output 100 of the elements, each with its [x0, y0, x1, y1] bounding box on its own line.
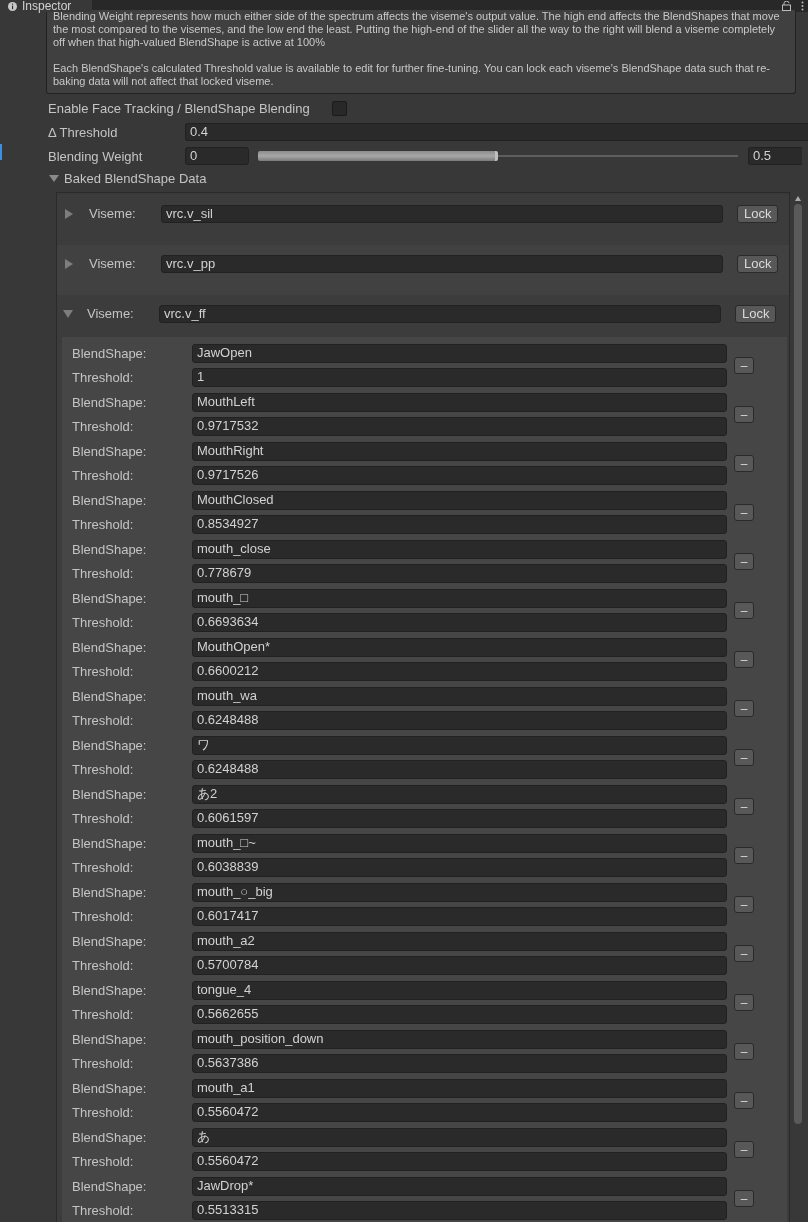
remove-button[interactable]: – [734, 504, 754, 521]
threshold-field[interactable]: 0.6017417 [192, 907, 727, 926]
remove-button[interactable]: – [734, 994, 754, 1011]
blendshape-label: BlendShape: [72, 1032, 148, 1047]
help-text: Blending Weight represents how much either side of the spectrum affects the viseme's output value. The high end affects the BlendShapes that move the most compared to the visemes, and the low end the least. Putting the high-end of the slider all the way to the right will blend a viseme completely off when that high-valued BlendShape is active at 100% [53, 10, 781, 49]
threshold-label: Threshold: [72, 1154, 135, 1169]
focus-indicator [0, 144, 2, 160]
threshold-field[interactable]: 0.6248488 [192, 760, 727, 779]
remove-button[interactable]: – [734, 455, 754, 472]
remove-button[interactable]: – [734, 651, 754, 668]
menu-icon[interactable] [801, 1, 804, 11]
lock-button[interactable]: Lock [737, 204, 779, 223]
range-slider[interactable] [258, 151, 738, 161]
threshold-field[interactable]: 0.5662655 [192, 1005, 727, 1024]
viseme-field[interactable]: vrc.v_pp [161, 254, 723, 273]
foldout-arrow-icon[interactable] [63, 309, 73, 318]
threshold-field[interactable]: 0.5700784 [192, 956, 727, 975]
threshold-field[interactable]: 0.4 [185, 123, 808, 141]
threshold-label: Threshold: [72, 1105, 135, 1120]
foldout-arrow-icon[interactable] [65, 208, 73, 219]
blendshape-field[interactable]: mouth_□~ [192, 834, 727, 853]
inspector-tab[interactable]: Inspector [0, 0, 92, 12]
blendshape-label: BlendShape: [72, 591, 148, 606]
remove-button[interactable]: – [734, 406, 754, 423]
blendshape-field[interactable]: mouth_a2 [192, 932, 727, 951]
blendshape-field[interactable]: tongue_4 [192, 981, 727, 1000]
threshold-field[interactable]: 0.6600212 [192, 662, 727, 681]
blendshape-field[interactable]: あ [192, 1128, 727, 1147]
viseme-label: Viseme: [89, 206, 137, 221]
blendshape-field[interactable]: MouthRight [192, 442, 727, 461]
remove-button[interactable]: – [734, 896, 754, 913]
blendshape-field[interactable]: JawOpen [192, 344, 727, 363]
remove-button[interactable]: – [734, 1190, 754, 1207]
threshold-label: Threshold: [72, 811, 135, 826]
threshold-field[interactable]: 0.9717532 [192, 417, 727, 436]
remove-button[interactable]: – [734, 700, 754, 717]
threshold-label: Threshold: [72, 615, 135, 630]
threshold-label: Threshold: [72, 664, 135, 679]
blendshape-field[interactable]: mouth_position_down [192, 1030, 727, 1049]
threshold-label: Threshold: [72, 713, 135, 728]
min-value-field[interactable]: 0 [185, 147, 249, 165]
viseme-label: Viseme: [87, 306, 135, 321]
threshold-field[interactable]: 0.5560472 [192, 1103, 727, 1122]
blendshape-field[interactable]: MouthLeft [192, 393, 727, 412]
threshold-field[interactable]: 0.6693634 [192, 613, 727, 632]
viseme-field[interactable]: vrc.v_ff [159, 304, 721, 323]
blendshape-field[interactable]: MouthClosed [192, 491, 727, 510]
blendshape-field[interactable]: あ2 [192, 785, 727, 804]
blendshape-field[interactable]: ワ [192, 736, 727, 755]
threshold-label: Threshold: [72, 909, 135, 924]
baked-data-foldout[interactable]: Baked BlendShape Data [46, 168, 207, 188]
remove-button[interactable]: – [734, 602, 754, 619]
scroll-up-icon[interactable] [795, 196, 801, 201]
threshold-field[interactable]: 0.778679 [192, 564, 727, 583]
lock-button[interactable]: Lock [737, 254, 779, 273]
threshold-field[interactable]: 0.6061597 [192, 809, 727, 828]
threshold-field[interactable]: 0.5637386 [192, 1054, 727, 1073]
threshold-field[interactable]: 0.6248488 [192, 711, 727, 730]
threshold-field[interactable]: 1 [192, 368, 727, 387]
remove-button[interactable]: – [734, 749, 754, 766]
foldout-arrow-icon[interactable] [65, 258, 73, 269]
blendshape-label: BlendShape: [72, 493, 148, 508]
threshold-field[interactable]: 0.5513315 [192, 1201, 727, 1220]
face-tracking-checkbox[interactable] [331, 100, 347, 116]
blendshape-field[interactable]: mouth_□ [192, 589, 727, 608]
blendshape-label: BlendShape: [72, 346, 148, 361]
threshold-label: Threshold: [72, 860, 135, 875]
help-text: Each BlendShape's calculated Threshold value is available to edit for further fine-tuning. You can lock each viseme's BlendShape data such that re-baking data will not affect that locked viseme. [53, 62, 771, 88]
remove-button[interactable]: – [734, 357, 754, 374]
blendshape-label: BlendShape: [72, 836, 148, 851]
threshold-field[interactable]: 0.9717526 [192, 466, 727, 485]
threshold-label: Threshold: [72, 762, 135, 777]
threshold-label: Threshold: [72, 419, 135, 434]
blendshape-field[interactable]: mouth_a1 [192, 1079, 727, 1098]
remove-button[interactable]: – [734, 553, 754, 570]
threshold-label: Threshold: [72, 1007, 135, 1022]
max-value-field[interactable]: 0.5 [748, 147, 802, 165]
lock-icon[interactable] [782, 1, 791, 11]
threshold-field[interactable]: 0.6038839 [192, 858, 727, 877]
remove-button[interactable]: – [734, 798, 754, 815]
viseme-field[interactable]: vrc.v_sil [161, 204, 723, 223]
remove-button[interactable]: – [734, 1092, 754, 1109]
remove-button[interactable]: – [734, 1043, 754, 1060]
blendshape-field[interactable]: MouthOpen* [192, 638, 727, 657]
blendshape-label: BlendShape: [72, 444, 148, 459]
viseme-label: Viseme: [89, 256, 137, 271]
threshold-field[interactable]: 0.8534927 [192, 515, 727, 534]
remove-button[interactable]: – [734, 1141, 754, 1158]
blendshape-label: BlendShape: [72, 1130, 148, 1145]
remove-button[interactable]: – [734, 945, 754, 962]
remove-button[interactable]: – [734, 847, 754, 864]
lock-button[interactable]: Lock [735, 304, 777, 323]
blendshape-field[interactable]: mouth_wa [192, 687, 727, 706]
blendshape-field[interactable]: JawDrop* [192, 1177, 727, 1196]
blendshape-field[interactable]: mouth_○_big [192, 883, 727, 902]
blendshape-field[interactable]: mouth_close [192, 540, 727, 559]
blendshape-label: BlendShape: [72, 787, 148, 802]
threshold-label: Threshold: [72, 517, 135, 532]
blendshape-label: BlendShape: [72, 1081, 148, 1096]
threshold-field[interactable]: 0.5560472 [192, 1152, 727, 1171]
